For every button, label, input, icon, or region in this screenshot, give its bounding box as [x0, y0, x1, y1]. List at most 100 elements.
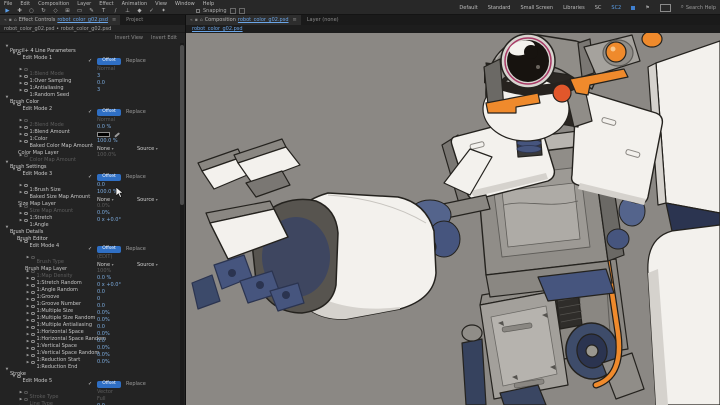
param-row[interactable]: ▶1:Groove Number 0 [0, 296, 180, 307]
offset-mode-row[interactable]: ✓ Offset Replace [0, 108, 180, 117]
param-value[interactable]: 0.0 [97, 338, 105, 345]
keypad-icon[interactable] [659, 3, 671, 12]
stopwatch-icon[interactable] [24, 204, 28, 208]
stopwatch-icon[interactable] [31, 255, 35, 259]
roto-brush-tool[interactable]: ✓ [148, 7, 155, 15]
stopwatch-icon[interactable] [24, 218, 28, 222]
viewer-tab[interactable]: robot_color_g02.psd [192, 26, 243, 32]
param-row[interactable]: ▶1:Vertical Space 0.0 [0, 338, 180, 349]
panel-chevron-icon[interactable]: « [190, 18, 193, 23]
stopwatch-icon[interactable] [17, 374, 21, 378]
invert-view-button[interactable]: Invert View [115, 35, 143, 41]
panel-lock-icon[interactable]: ⌂ [14, 18, 17, 23]
offset-button[interactable]: Offset [97, 246, 121, 253]
param-row[interactable]: ▶Size Map Amount 0.0% [0, 203, 180, 214]
param-row[interactable]: ▶1:Vertical Space Random 0.0% [0, 345, 180, 356]
stopwatch-icon[interactable] [24, 139, 28, 143]
stopwatch-icon[interactable] [31, 353, 35, 357]
composition-viewer[interactable] [186, 33, 720, 405]
section-row[interactable]: ▼Brush Details [0, 224, 180, 235]
param-row[interactable]: ▶1:Multiple Antialiasing 0.0% [0, 317, 180, 328]
menu-composition[interactable]: Composition [38, 1, 69, 7]
menu-file[interactable]: File [4, 1, 12, 7]
stopwatch-icon[interactable] [17, 51, 21, 55]
stopwatch-icon[interactable] [17, 167, 21, 171]
stopwatch-icon[interactable] [31, 346, 35, 350]
param-row[interactable]: ▼Edit Mode 5 [0, 373, 180, 384]
param-row[interactable]: ▶Brush Type (EDIT) [0, 254, 180, 265]
workspace-sc[interactable]: SC [595, 5, 602, 11]
param-row[interactable]: ▶1:Reduction Start 0.0% [0, 352, 180, 363]
enable-checkbox[interactable]: ✓ [88, 173, 92, 182]
param-row[interactable]: ▶Baked Size Map Amount 100.0 % [0, 189, 180, 200]
param-row[interactable]: ▶1:Horizontal Space Random 0.0% [0, 331, 180, 342]
tab-project[interactable]: Project [120, 17, 149, 23]
snap-option-icon[interactable] [229, 8, 236, 14]
stopwatch-icon[interactable] [24, 211, 28, 215]
offset-button[interactable]: Offset [97, 174, 121, 181]
shape-tool[interactable]: ▭ [76, 7, 83, 15]
param-value[interactable]: 100.0 % [97, 138, 118, 145]
stopwatch-icon[interactable] [24, 125, 28, 129]
stopwatch-icon[interactable] [31, 311, 35, 315]
menu-edit[interactable]: Edit [20, 1, 30, 7]
clone-stamp-tool[interactable]: ⊥ [124, 7, 131, 15]
panel-menu-icon[interactable]: ≡ [293, 17, 297, 23]
stopwatch-icon[interactable] [24, 183, 28, 187]
param-row[interactable]: ▼Edit Mode 4 [0, 238, 180, 249]
section-row[interactable]: ▼Stroke [0, 366, 180, 377]
panel-lock-icon[interactable]: ⌂ [200, 18, 203, 23]
snapping-checkbox[interactable] [196, 9, 200, 13]
param-value[interactable]: 0.0% [97, 345, 110, 352]
search-help[interactable]: ⌕ Search Help [681, 4, 716, 11]
invert-edit-button[interactable]: Invert Edit [151, 35, 177, 41]
rotation-tool[interactable]: ↻ [40, 7, 47, 15]
param-row[interactable]: ▶1:Blend Mode Normal [0, 66, 180, 77]
param-row[interactable]: ▶1:Antialiasing 0.0 [0, 80, 180, 91]
param-value[interactable]: 0.0 [97, 80, 105, 87]
stopwatch-icon[interactable] [31, 318, 35, 322]
param-row[interactable]: ▶Color Map Amount 100.0% [0, 152, 180, 163]
pan-behind-tool[interactable]: ⊞ [64, 7, 71, 15]
enable-checkbox[interactable]: ✓ [88, 245, 92, 254]
param-value[interactable]: 0.0 [97, 324, 105, 331]
stopwatch-icon[interactable] [24, 74, 28, 78]
eyedropper-icon[interactable] [114, 131, 120, 137]
param-value[interactable]: 0.0% [97, 359, 110, 366]
stopwatch-icon[interactable] [24, 390, 28, 394]
pen-tool[interactable]: ✎ [88, 7, 95, 15]
param-row[interactable]: Color Map Layer None ▾ Source ▾ [0, 145, 180, 156]
param-row[interactable]: ▶1:Angle Random 0 x +0.0° [0, 282, 180, 293]
brush-tool[interactable]: ∕ [112, 7, 119, 15]
param-value[interactable]: 0 x +0.0° [97, 282, 121, 289]
stopwatch-icon[interactable] [31, 297, 35, 301]
offset-mode-row[interactable]: ✓ Offset Replace [0, 380, 180, 389]
param-value[interactable]: 0.0 % [97, 275, 111, 282]
param-row[interactable]: ▶1:Stretch 0.0% [0, 210, 180, 221]
section-row[interactable]: ▼Brush Color [0, 94, 180, 105]
param-value[interactable]: 0.0% [97, 352, 110, 359]
menu-view[interactable]: View [155, 1, 167, 7]
param-row[interactable]: ▶1:Map Density 100% [0, 268, 180, 279]
stopwatch-icon[interactable] [31, 283, 35, 287]
stopwatch-icon[interactable] [24, 153, 28, 157]
section-row[interactable]: ▼Brush Settings [0, 159, 180, 170]
type-tool[interactable]: T [100, 7, 107, 15]
param-row[interactable]: ▶1:Angle 0 x +0.0° [0, 217, 180, 228]
menu-layer[interactable]: Layer [77, 1, 91, 7]
offset-button[interactable]: Offset [97, 381, 121, 388]
tab-layer[interactable]: Layer (none) [301, 17, 345, 23]
stopwatch-icon[interactable] [31, 304, 35, 308]
stopwatch-icon[interactable] [24, 132, 28, 136]
stopwatch-icon[interactable] [31, 325, 35, 329]
param-row[interactable]: ▶1:Horizontal Space 0.0 [0, 324, 180, 335]
replace-button[interactable]: Replace [126, 380, 146, 389]
color-swatch[interactable] [97, 132, 110, 137]
composition-filename[interactable]: robot_color_g02.psd [238, 17, 289, 23]
stopwatch-icon[interactable] [24, 239, 28, 243]
section-row[interactable]: ▼Pencil+ 4 Line Parameters [0, 43, 180, 54]
menu-animation[interactable]: Animation [122, 1, 148, 7]
param-value[interactable]: 0 [97, 296, 100, 303]
param-row[interactable]: ▶Line Type Full [0, 396, 180, 405]
param-row[interactable]: ▶1:Color [0, 131, 180, 142]
